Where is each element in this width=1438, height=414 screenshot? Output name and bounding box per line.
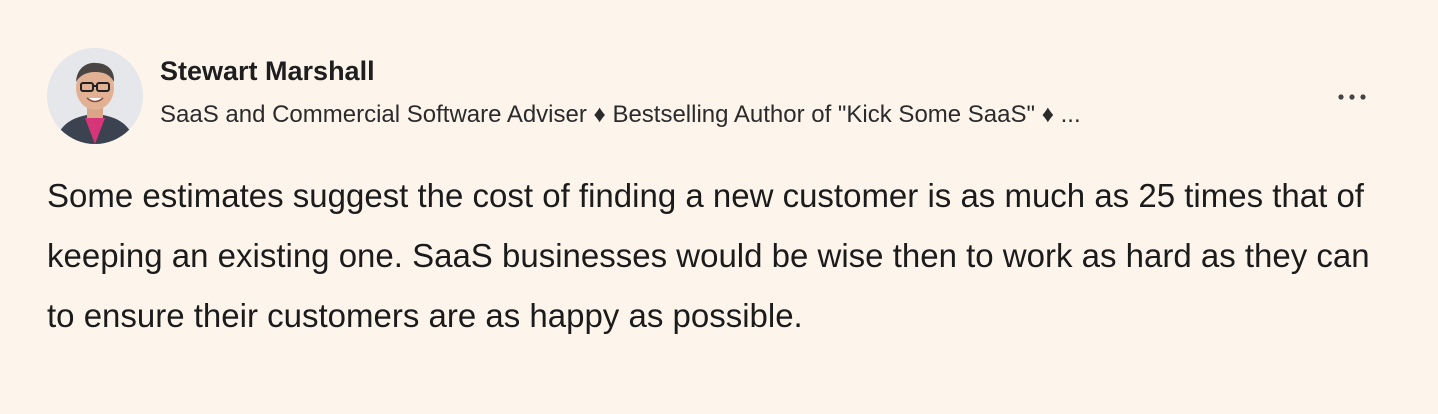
author-avatar[interactable] — [47, 48, 143, 144]
avatar-photo-icon — [47, 48, 143, 144]
post-card: Stewart Marshall SaaS and Commercial Sof… — [0, 0, 1438, 414]
author-name[interactable]: Stewart Marshall — [160, 56, 375, 87]
post-body-text: Some estimates suggest the cost of findi… — [47, 177, 1370, 334]
more-options-button[interactable] — [1330, 82, 1374, 112]
author-headline: SaaS and Commercial Software Adviser ♦ B… — [160, 101, 1081, 128]
more-options-icon — [1338, 94, 1366, 100]
